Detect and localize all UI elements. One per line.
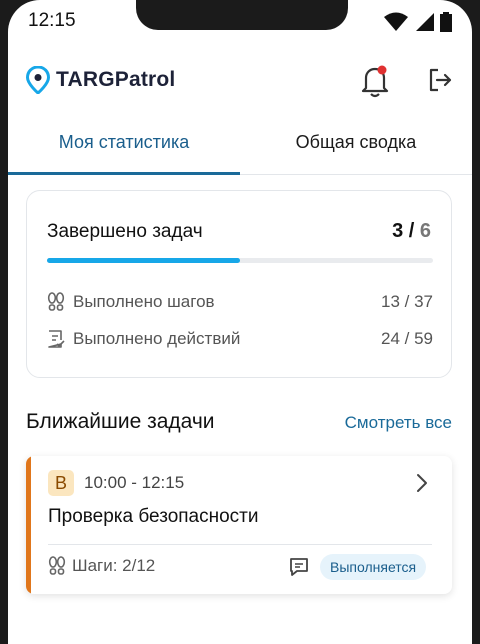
task-name: Проверка безопасности — [48, 506, 259, 527]
notifications-button[interactable] — [360, 64, 390, 98]
stat-label: Выполнено шагов — [73, 292, 215, 311]
location-pin-icon — [26, 66, 50, 94]
active-tab-indicator — [8, 172, 240, 175]
checklist-icon — [48, 330, 65, 348]
task-accent-stripe — [26, 456, 31, 594]
status-icons — [384, 12, 452, 32]
app-header: TARGPatrol — [8, 56, 472, 106]
stats-title: Завершено задач — [47, 221, 203, 242]
stats-card: Завершено задач 3 / 6 Выполнено шагов 13… — [26, 190, 452, 378]
logout-icon — [429, 68, 452, 92]
battery-icon — [440, 12, 452, 32]
tab-bar: Моя статистика Общая сводка — [8, 110, 472, 175]
stats-count: 3 / 6 — [392, 220, 431, 243]
task-card[interactable]: В 10:00 - 12:15 Проверка безопасности Ша… — [26, 456, 452, 594]
completed-count: 3 — [392, 220, 404, 242]
signal-icon — [416, 13, 434, 31]
task-time: 10:00 - 12:15 — [84, 473, 185, 492]
total-count: 6 — [419, 220, 431, 242]
progress-fill — [47, 258, 240, 263]
task-status-badge: Выполняется — [320, 554, 427, 580]
stat-label: Выполнено действий — [73, 329, 241, 348]
tab-overview[interactable]: Общая сводка — [240, 110, 472, 174]
bell-icon — [361, 65, 389, 98]
upcoming-tasks-header: Ближайшие задачи Смотреть все — [26, 408, 452, 438]
tab-label: Моя статистика — [58, 131, 190, 152]
camera-notch — [136, 0, 348, 30]
section-title: Ближайшие задачи — [26, 410, 215, 433]
app-logo: TARGPatrol — [26, 66, 175, 94]
task-steps: Шаги: 2/12 — [48, 556, 155, 576]
stat-row-actions: Выполнено действий 24 / 59 — [47, 327, 433, 351]
comment-icon[interactable] — [288, 556, 310, 578]
stat-value: 24 / 59 — [381, 329, 433, 348]
phone-screen: 12:15 TARGPatrol Моя статистика Общая св… — [8, 0, 472, 644]
progress-bar — [47, 258, 433, 263]
footsteps-icon — [47, 292, 65, 311]
logout-button[interactable] — [426, 66, 454, 94]
stat-value: 13 / 37 — [381, 292, 433, 311]
stat-row-steps: Выполнено шагов 13 / 37 — [47, 290, 433, 314]
tab-label: Общая сводка — [295, 131, 417, 152]
wifi-icon — [384, 12, 408, 31]
task-steps-label: Шаги: 2/12 — [72, 556, 156, 575]
status-time: 12:15 — [28, 10, 76, 31]
app-title: TARGPatrol — [56, 68, 176, 91]
count-separator: / — [403, 220, 420, 242]
task-divider — [48, 544, 432, 545]
footsteps-icon — [48, 556, 66, 575]
tab-my-stats[interactable]: Моя статистика — [8, 110, 240, 175]
chevron-right-icon[interactable] — [414, 472, 430, 494]
task-priority-badge: В — [48, 470, 74, 496]
see-all-link[interactable]: Смотреть все — [345, 413, 452, 433]
